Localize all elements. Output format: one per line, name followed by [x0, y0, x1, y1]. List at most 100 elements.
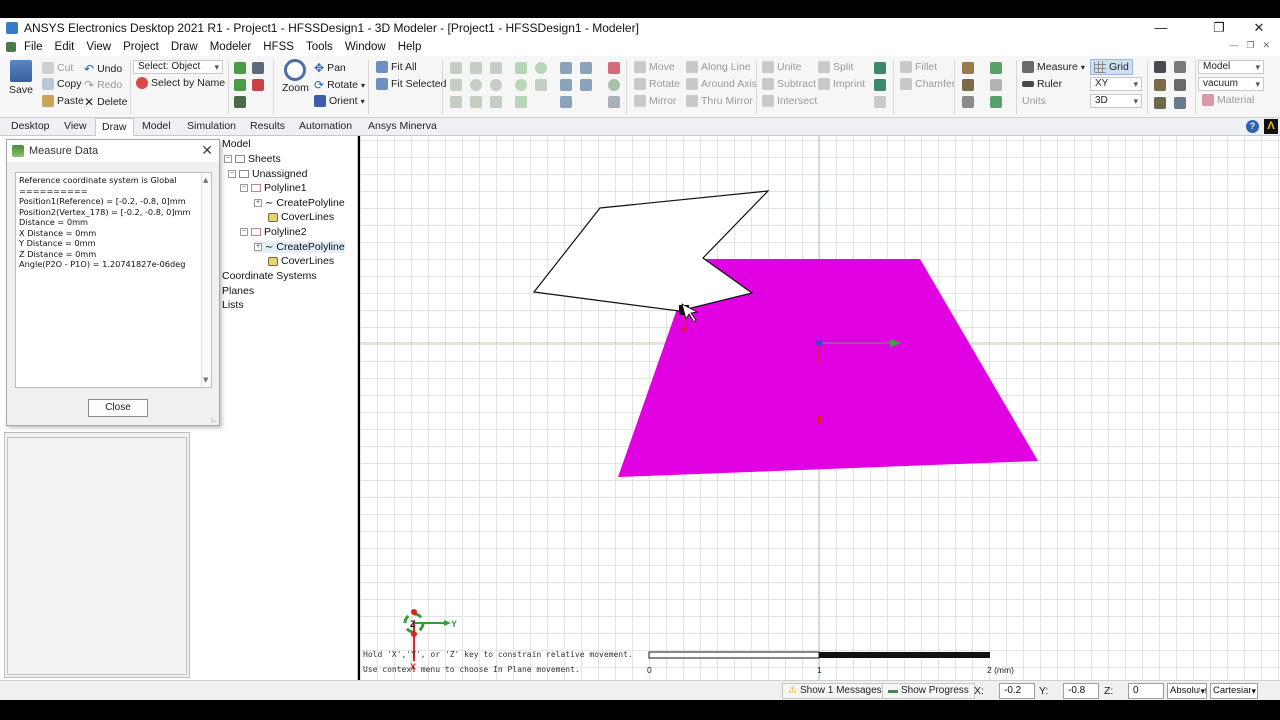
dialog-close-icon[interactable]: ✕: [201, 142, 213, 159]
equation-curve-icon[interactable]: [535, 79, 547, 91]
absolute-relative-dropdown[interactable]: Absolute: [1167, 683, 1207, 699]
move-button[interactable]: Move: [634, 61, 675, 73]
measure-output-text[interactable]: Reference coordinate system is Global ==…: [15, 172, 212, 388]
ruler-button[interactable]: Ruler: [1022, 78, 1062, 90]
tree-item-sheets[interactable]: − Sheets: [224, 153, 281, 165]
rotate-object-button[interactable]: Rotate: [634, 78, 680, 90]
material-dropdown[interactable]: vacuum: [1198, 77, 1264, 91]
view-tool-icon[interactable]: [252, 62, 264, 74]
regular-polygon-icon[interactable]: [515, 96, 527, 108]
tab-automation[interactable]: Automation: [293, 118, 358, 136]
thicken-icon[interactable]: [874, 79, 886, 91]
region-icon[interactable]: [608, 62, 620, 74]
circle-icon[interactable]: [515, 79, 527, 91]
tree-item-unassigned[interactable]: − Unassigned: [228, 168, 307, 180]
unite-button[interactable]: Unite: [762, 61, 802, 73]
snap-edge-icon[interactable]: [962, 96, 974, 108]
object-cs-icon[interactable]: [990, 96, 1002, 108]
show-progress-button[interactable]: ▬ Show Progress: [882, 683, 975, 699]
undo-button[interactable]: ↶ Undo: [84, 62, 122, 76]
measure-button[interactable]: Measure ▾: [1022, 61, 1085, 73]
tree-item-coordinate-systems[interactable]: Coordinate Systems: [222, 270, 317, 282]
subtract-button[interactable]: Subtract: [762, 78, 816, 90]
box-icon[interactable]: [450, 62, 462, 74]
select-face-icon[interactable]: [234, 79, 246, 91]
model-type-dropdown[interactable]: Model: [1198, 60, 1264, 74]
tree-item-polyline2[interactable]: − Polyline2: [240, 226, 307, 238]
model-view-icon[interactable]: [1154, 61, 1166, 73]
vertical-scrollbar[interactable]: ▲ ▼: [201, 173, 211, 387]
tree-item-lists[interactable]: Lists: [222, 299, 244, 311]
tree-item-create-polyline1[interactable]: + ∼ CreatePolyline: [254, 197, 345, 209]
show-messages-button[interactable]: ⚠ Show 1 Messages: [782, 683, 888, 699]
menu-modeler[interactable]: Modeler: [204, 41, 258, 53]
material-lib-icon[interactable]: [1154, 97, 1166, 109]
zoom-button[interactable]: Zoom: [282, 59, 309, 94]
imprint-button[interactable]: Imprint: [818, 78, 865, 90]
expand-icon[interactable]: +: [254, 199, 262, 207]
spline-icon[interactable]: [560, 79, 572, 91]
collapse-icon[interactable]: −: [224, 155, 232, 163]
drawing-plane-dropdown[interactable]: XY: [1090, 77, 1142, 91]
color-icon[interactable]: [1174, 97, 1186, 109]
connect-icon[interactable]: [874, 96, 886, 108]
tree-item-model[interactable]: Model: [222, 138, 251, 150]
help-icon[interactable]: ?: [1246, 120, 1259, 133]
close-button[interactable]: Close: [88, 399, 148, 417]
split-button[interactable]: Split: [818, 61, 853, 73]
deselect-icon[interactable]: [252, 79, 264, 91]
select-mode-dropdown[interactable]: Select: Object: [133, 60, 223, 74]
tree-item-create-polyline2[interactable]: + ∼ CreatePolyline: [254, 241, 345, 253]
tab-results[interactable]: Results: [244, 118, 291, 136]
menu-help[interactable]: Help: [392, 41, 428, 53]
menu-view[interactable]: View: [80, 41, 117, 53]
y-coord-input[interactable]: -0.8: [1063, 683, 1099, 699]
resize-grip-icon[interactable]: ∟: [210, 415, 218, 424]
arc-icon[interactable]: [580, 62, 592, 74]
select-tool-icon[interactable]: [234, 62, 246, 74]
menu-edit[interactable]: Edit: [49, 41, 81, 53]
redo-button[interactable]: ↷ Redo: [84, 78, 122, 92]
intersect-button[interactable]: Intersect: [762, 95, 817, 107]
viewport-canvas[interactable]: Z Y X 0 1 2 (mm): [360, 136, 1280, 680]
tab-draw[interactable]: Draw: [95, 118, 134, 136]
scroll-up-icon[interactable]: ▲: [203, 175, 208, 186]
mirror-button[interactable]: Mirror: [634, 95, 676, 107]
tree-item-planes[interactable]: Planes: [222, 285, 254, 297]
sphere-icon[interactable]: [470, 79, 482, 91]
z-coord-input[interactable]: 0: [1128, 683, 1164, 699]
select-by-name-button[interactable]: Select by Name: [136, 77, 225, 89]
chamfer-button[interactable]: Chamfer: [900, 78, 955, 90]
x-coord-input[interactable]: -0.2: [999, 683, 1035, 699]
polyhedron-icon[interactable]: [450, 96, 462, 108]
tree-item-cover-lines2[interactable]: CoverLines: [268, 255, 334, 267]
menu-project[interactable]: Project: [117, 41, 165, 53]
thru-mirror-button[interactable]: Thru Mirror: [686, 95, 753, 107]
pan-button[interactable]: ✥ Pan: [314, 61, 346, 75]
along-line-button[interactable]: Along Line: [686, 61, 751, 73]
cut-button[interactable]: Cut: [42, 62, 73, 74]
snap-mode-icon[interactable]: [962, 62, 974, 74]
cylinder-icon[interactable]: [450, 79, 462, 91]
tab-simulation[interactable]: Simulation: [181, 118, 242, 136]
view-mode-dropdown[interactable]: 3D: [1090, 94, 1142, 108]
sweep-icon[interactable]: [874, 62, 886, 74]
torus-icon[interactable]: [490, 79, 502, 91]
snap-face-icon[interactable]: [962, 79, 974, 91]
close-window-button[interactable]: ✕: [1236, 18, 1280, 38]
mdi-restore-icon[interactable]: ❐: [1246, 40, 1254, 51]
fit-selected-button[interactable]: Fit Selected: [376, 78, 446, 90]
expand-icon[interactable]: +: [254, 243, 262, 251]
tab-model[interactable]: Model: [136, 118, 177, 136]
tree-item-polyline1[interactable]: − Polyline1: [240, 182, 307, 194]
tab-view[interactable]: View: [58, 118, 93, 136]
plane-icon[interactable]: [608, 96, 620, 108]
minimize-button[interactable]: —: [1138, 18, 1184, 38]
select-edge-icon[interactable]: [234, 96, 246, 108]
polyline1-outline[interactable]: [532, 190, 770, 312]
menu-draw[interactable]: Draw: [165, 41, 204, 53]
mdi-close-icon[interactable]: ✕: [1262, 40, 1270, 51]
ellipse-icon[interactable]: [535, 62, 547, 74]
collapse-icon[interactable]: −: [240, 228, 248, 236]
rectangle-icon[interactable]: [515, 62, 527, 74]
